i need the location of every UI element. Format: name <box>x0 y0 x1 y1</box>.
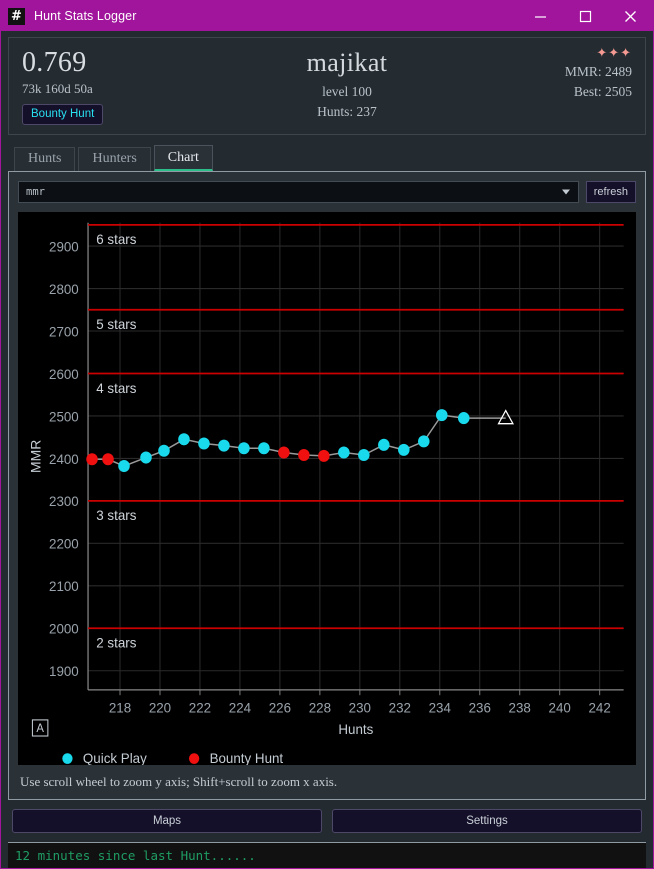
x-tick-label: 238 <box>509 700 531 715</box>
app-hash-icon: # <box>8 7 25 25</box>
maps-button[interactable]: Maps <box>12 809 322 833</box>
y-tick-label: 2800 <box>49 282 79 297</box>
chart-panel: mmr refresh 1900 2000 2100 2200 2300 2400 2500… <box>8 171 646 800</box>
data-point[interactable] <box>457 412 470 425</box>
x-tick-label: 232 <box>389 700 411 715</box>
x-tick-label: 226 <box>269 700 291 715</box>
data-point[interactable] <box>378 438 390 451</box>
metric-select[interactable]: mmr <box>18 181 579 203</box>
x-tick-label: 240 <box>549 700 572 715</box>
maximize-button[interactable] <box>563 1 608 31</box>
x-tick-label: 236 <box>469 700 491 715</box>
star-threshold-label: 2 stars <box>96 635 136 650</box>
chart-controls: mmr refresh <box>18 181 636 203</box>
y-tick-label: 2700 <box>49 324 79 339</box>
legend-marker <box>62 753 73 764</box>
x-tick-label: 224 <box>229 700 252 715</box>
minimize-icon <box>535 15 546 18</box>
x-tick-label: 222 <box>189 700 211 715</box>
maximize-icon <box>579 10 592 22</box>
chevron-down-icon <box>561 189 570 195</box>
tab-bar: Hunts Hunters Chart <box>8 145 646 171</box>
status-text: 12 minutes since last Hunt...... <box>15 848 256 863</box>
settings-button[interactable]: Settings <box>332 809 642 833</box>
title-bar: # Hunt Stats Logger <box>1 1 653 31</box>
annotation-toggle-label: A <box>36 723 44 735</box>
data-point[interactable] <box>102 453 114 466</box>
y-tick-label: 2300 <box>49 494 79 509</box>
data-point[interactable] <box>418 435 430 448</box>
summary-right: ✦✦✦ MMR: 2489 Best: 2505 <box>482 46 632 100</box>
game-mode-badge[interactable]: Bounty Hunt <box>22 104 104 126</box>
data-point[interactable] <box>338 446 350 459</box>
legend-label: Bounty Hunt <box>210 751 284 765</box>
data-point[interactable] <box>118 460 130 473</box>
minimize-button[interactable] <box>518 1 563 31</box>
y-tick-label: 2500 <box>49 409 79 424</box>
app-window: # Hunt Stats Logger 0.769 73k 160d 50a B… <box>0 0 654 869</box>
kd-ratio: 0.769 <box>22 47 87 78</box>
window-body: 0.769 73k 160d 50a Bounty Hunt majikat l… <box>1 31 653 868</box>
data-point[interactable] <box>298 448 310 462</box>
x-axis-title: Hunts <box>338 722 373 737</box>
data-point[interactable] <box>198 437 210 450</box>
x-tick-label: 218 <box>109 700 131 715</box>
window-title: Hunt Stats Logger <box>34 9 137 23</box>
star-threshold-label: 3 stars <box>96 508 136 523</box>
refresh-button[interactable]: refresh <box>585 181 636 203</box>
summary-center: majikat level 100 Hunts: 237 <box>212 47 482 120</box>
y-tick-label: 2100 <box>49 579 79 594</box>
y-axis-title: MMR <box>29 440 44 473</box>
chart-background <box>18 212 636 765</box>
player-name: majikat <box>306 48 388 77</box>
y-tick-label: 2000 <box>49 621 79 636</box>
data-point[interactable] <box>278 446 290 459</box>
hunts-count: Hunts: 237 <box>317 104 377 120</box>
x-tick-label: 234 <box>429 700 452 715</box>
close-icon <box>625 10 636 22</box>
chart-plot-area[interactable]: 1900 2000 2100 2200 2300 2400 2500 2600 2700 2800… <box>18 212 636 765</box>
x-tick-label: 228 <box>309 700 331 715</box>
status-bar: 12 minutes since last Hunt...... <box>8 842 646 868</box>
y-tick-label: 2900 <box>49 239 79 254</box>
y-tick-label: 2400 <box>49 452 79 467</box>
chart-hint-text: Use scroll wheel to zoom y axis; Shift+s… <box>20 774 338 789</box>
data-point[interactable] <box>158 444 170 457</box>
best-mmr-value: Best: 2505 <box>573 84 632 100</box>
mmr-line-chart[interactable]: 1900 2000 2100 2200 2300 2400 2500 2600 2700 2800… <box>18 212 636 765</box>
bottom-button-row: Maps Settings <box>12 809 642 833</box>
data-point[interactable] <box>358 448 370 462</box>
legend-marker <box>188 753 200 764</box>
data-point[interactable] <box>218 439 230 452</box>
data-point[interactable] <box>258 442 270 455</box>
close-button[interactable] <box>608 1 653 31</box>
legend-label: Quick Play <box>83 751 147 765</box>
kda-summary: 73k 160d 50a <box>22 81 93 97</box>
player-level: level 100 <box>322 84 372 100</box>
tab-hunters[interactable]: Hunters <box>78 147 151 171</box>
mmr-value: MMR: 2489 <box>564 64 632 80</box>
data-point[interactable] <box>398 443 410 456</box>
y-tick-label: 2200 <box>49 536 79 551</box>
data-point[interactable] <box>436 409 448 422</box>
tab-hunts[interactable]: Hunts <box>14 147 76 171</box>
data-point[interactable] <box>178 433 190 446</box>
summary-left: 0.769 73k 160d 50a Bounty Hunt <box>22 47 212 126</box>
x-tick-label: 230 <box>349 700 372 715</box>
player-summary-panel: 0.769 73k 160d 50a Bounty Hunt majikat l… <box>8 37 646 135</box>
tab-chart[interactable]: Chart <box>153 145 213 171</box>
x-tick-label: 242 <box>588 700 610 715</box>
data-point[interactable] <box>238 442 250 455</box>
star-threshold-label: 6 stars <box>96 232 136 247</box>
star-rating-icon: ✦✦✦ <box>596 46 632 61</box>
x-tick-label: 220 <box>149 700 172 715</box>
star-threshold-label: 4 stars <box>96 381 136 396</box>
data-point[interactable] <box>86 453 98 466</box>
y-tick-label: 1900 <box>49 664 79 679</box>
metric-select-value: mmr <box>26 186 45 198</box>
y-tick-label: 2600 <box>49 367 79 382</box>
star-threshold-label: 5 stars <box>96 317 136 332</box>
data-point[interactable] <box>140 451 152 464</box>
data-point[interactable] <box>318 449 330 462</box>
